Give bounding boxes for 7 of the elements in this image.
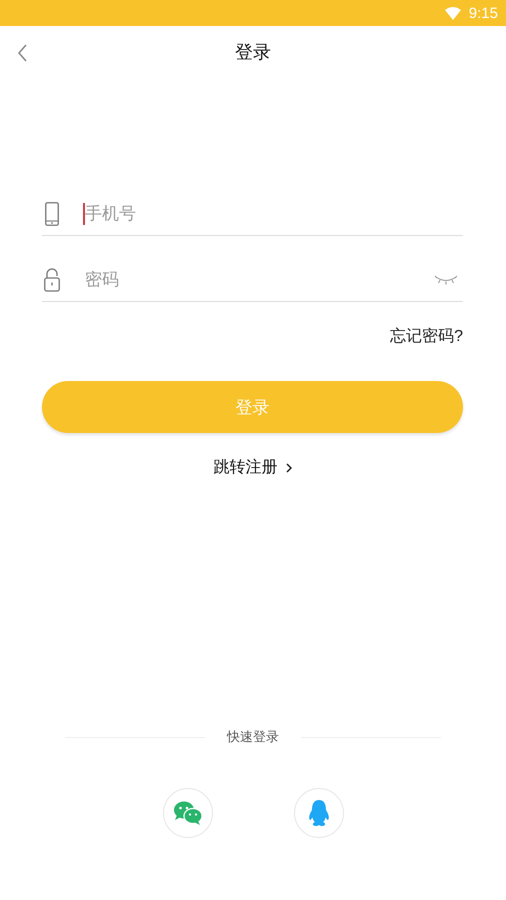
password-field[interactable]: 密码 <box>83 266 435 294</box>
phone-field[interactable]: 手机号 <box>83 200 463 228</box>
page-title: 登录 <box>235 41 271 64</box>
forgot-password-link[interactable]: 忘记密码? <box>390 326 463 347</box>
quick-login-label: 快速登录 <box>227 728 279 746</box>
register-link[interactable]: 跳转注册 <box>214 457 292 478</box>
status-time: 9:15 <box>468 4 498 22</box>
